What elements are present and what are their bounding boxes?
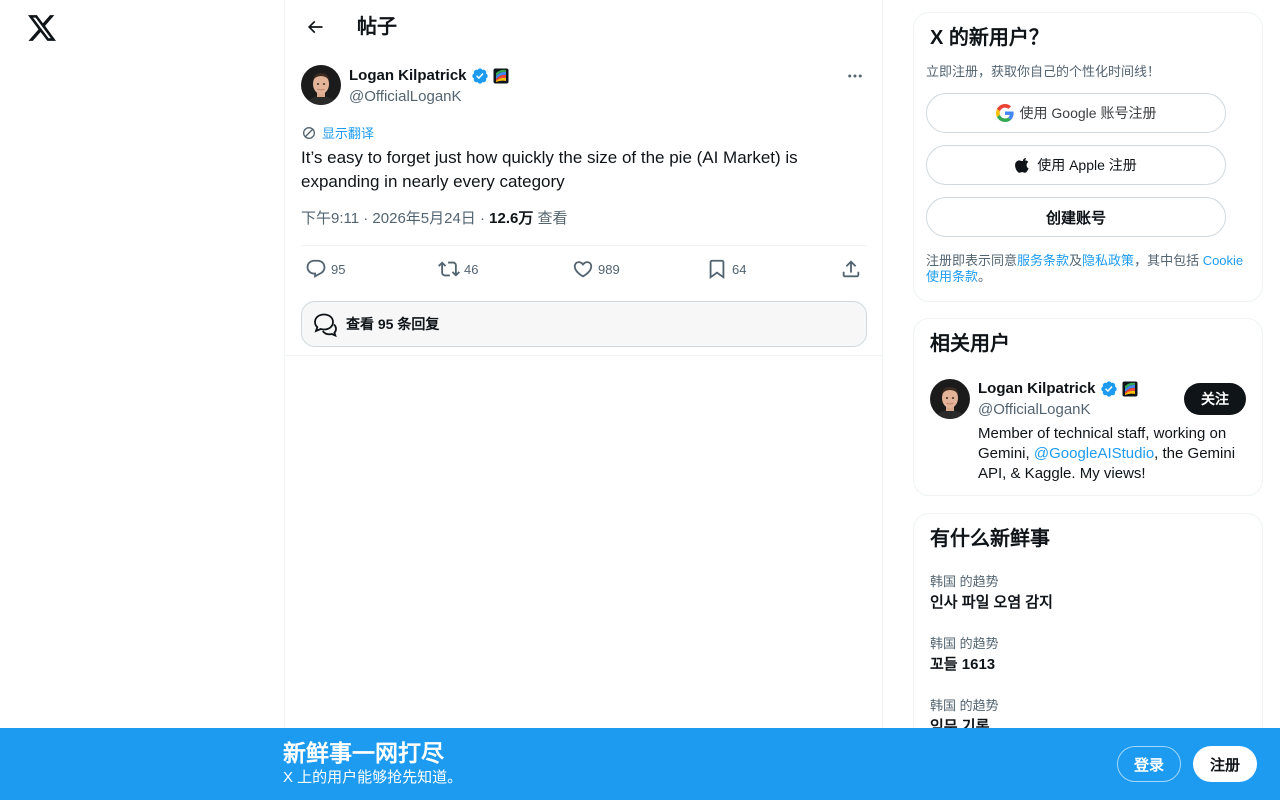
follow-button[interactable]: 关注 (1184, 383, 1246, 415)
translate-link[interactable]: 显示翻译 (301, 123, 374, 142)
page-title: 帖子 (357, 16, 397, 38)
more-icon (848, 74, 862, 78)
divider (285, 355, 883, 356)
legal-text-3: ，其中包括 (1134, 253, 1203, 268)
bookmark-count: 64 (732, 261, 747, 277)
trends-title: 有什么新鲜事 (930, 528, 1050, 550)
affiliate-badge-icon[interactable] (493, 68, 509, 84)
affiliate-badge-icon[interactable] (1122, 381, 1138, 397)
google-icon (995, 104, 1014, 122)
related-user-name[interactable]: Logan Kilpatrick (978, 379, 1096, 399)
left-sidebar (0, 0, 284, 800)
post-actions: 95 46 989 64 (301, 245, 867, 295)
bookmark-icon (709, 259, 725, 280)
trend-meta: 韩国 的趋势 (930, 574, 999, 589)
legal-text-2: 及 (1069, 253, 1083, 268)
trend-item[interactable]: 韩国 的趋势 꼬들 1613 (930, 636, 1250, 675)
back-arrow-icon (307, 20, 323, 34)
translate-icon (303, 126, 315, 139)
author-block: Logan Kilpatrick @OfficialLoganK (349, 66, 509, 107)
terms-link[interactable]: 服务条款 (1017, 253, 1069, 268)
apple-icon (1015, 157, 1029, 173)
like-icon (573, 261, 593, 278)
like-count: 989 (598, 261, 620, 277)
create-account-button[interactable]: 创建账号 (926, 197, 1226, 237)
related-user-bio: Member of technical staff, working on Ge… (978, 424, 1254, 484)
bio-mention-link[interactable]: @GoogleAIStudio (1034, 445, 1154, 462)
trend-name: 인사 파일 오염 감지 (930, 594, 1053, 611)
view-replies-button[interactable]: 查看 95 条回复 (301, 301, 867, 347)
views-label: 查看 (533, 210, 568, 227)
like-button[interactable]: 989 (572, 258, 620, 280)
banner-subtitle: X 上的用户能够抢先知道。 (283, 769, 463, 786)
legal-text-1: 注册即表示同意 (926, 253, 1018, 268)
author-handle[interactable]: @OfficialLoganK (349, 87, 509, 107)
related-users-card: 相关用户 Logan Kilpatrick @OfficialLoganK 关注… (913, 318, 1263, 496)
legal-text-4: 。 (978, 269, 992, 284)
google-signup-label: 使用 Google 账号注册 (1019, 105, 1157, 121)
share-icon (842, 260, 860, 278)
signup-button[interactable]: 注册 (1193, 746, 1257, 782)
related-user-handle[interactable]: @OfficialLoganK (978, 400, 1178, 420)
signup-title: X 的新用户？ (930, 27, 1049, 49)
google-signup-button[interactable]: 使用 Google 账号注册 (926, 93, 1226, 133)
apple-signup-button[interactable]: 使用 Apple 注册 (926, 145, 1226, 185)
post-timestamp[interactable]: 下午9:11 · 2026年5月24日 · (301, 210, 489, 227)
privacy-link[interactable]: 隐私政策 (1082, 253, 1134, 268)
views-count: 12.6万 (489, 210, 534, 227)
replies-bubble-icon (314, 313, 337, 337)
signup-legal-text: 注册即表示同意服务条款及隐私政策，其中包括 Cookie 使用条款。 (926, 253, 1250, 285)
login-button[interactable]: 登录 (1117, 746, 1181, 782)
bottom-banner: 新鲜事一网打尽 X 上的用户能够抢先知道。 登录 注册 (0, 728, 1280, 800)
trend-meta: 韩国 的趋势 (930, 636, 999, 651)
reply-count: 95 (331, 261, 346, 277)
share-button[interactable] (840, 258, 862, 280)
reply-icon (306, 259, 326, 278)
apple-signup-label: 使用 Apple 注册 (1037, 157, 1137, 173)
more-button[interactable] (843, 64, 867, 88)
bookmark-button[interactable]: 64 (706, 258, 746, 280)
back-button[interactable] (297, 9, 333, 45)
related-user-info: Logan Kilpatrick @OfficialLoganK (978, 379, 1178, 420)
verified-badge-icon (1100, 381, 1117, 397)
page-header: 帖子 (285, 0, 883, 54)
view-replies-label: 查看 95 条回复 (346, 316, 440, 332)
trend-item[interactable]: 韩国 的趋势 인사 파일 오염 감지 (930, 574, 1250, 613)
banner-title: 新鲜事一网打尽 (283, 740, 444, 766)
author-name[interactable]: Logan Kilpatrick (349, 66, 467, 86)
app-root: 帖子 Logan Kilpatrick @OfficialLoganK 显示翻译… (0, 0, 1280, 800)
signup-subtitle: 立即注册，获取你自己的个性化时间线！ (926, 64, 1161, 79)
avatar[interactable] (930, 379, 970, 419)
repost-count: 46 (464, 261, 479, 277)
related-title: 相关用户 (930, 333, 1010, 355)
translate-label: 显示翻译 (322, 126, 375, 141)
repost-icon (438, 261, 460, 277)
verified-badge-icon (471, 68, 488, 84)
post-meta: 下午9:11 · 2026年5月24日 · 12.6万 查看 (301, 209, 568, 229)
x-logo-icon[interactable] (24, 10, 60, 46)
reply-button[interactable]: 95 (305, 258, 345, 280)
signup-card: X 的新用户？ 立即注册，获取你自己的个性化时间线！ 使用 Google 账号注… (913, 12, 1263, 302)
avatar[interactable] (301, 65, 341, 105)
post-text: It’s easy to forget just how quickly the… (301, 148, 798, 191)
create-account-label: 创建账号 (1045, 209, 1106, 227)
main-column: 帖子 Logan Kilpatrick @OfficialLoganK 显示翻译… (284, 0, 883, 800)
repost-button[interactable]: 46 (438, 258, 478, 280)
trend-name: 꼬들 1613 (930, 656, 996, 673)
trends-card: 有什么新鲜事 韩国 的趋势 인사 파일 오염 감지 韩国 的趋势 꼬들 1613… (913, 513, 1263, 753)
trend-meta: 韩国 的趋势 (930, 698, 999, 713)
